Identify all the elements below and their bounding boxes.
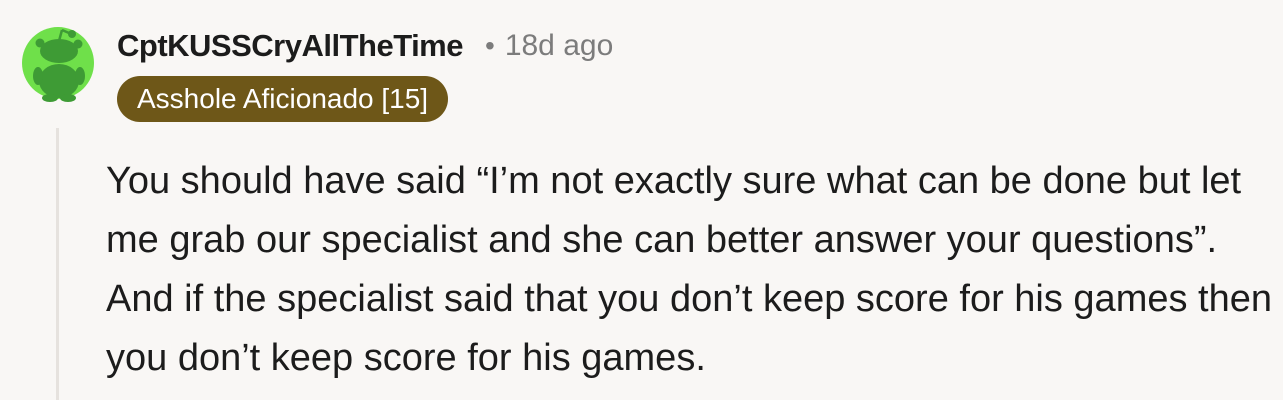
comment-body: You should have said “I’m not exactly su…: [106, 152, 1276, 388]
username-link[interactable]: CptKUSSCryAllTheTime: [117, 28, 464, 64]
meta-separator: •: [485, 30, 495, 61]
comment-header: CptKUSSCryAllTheTime • 18d ago: [117, 26, 613, 66]
thread-line[interactable]: [56, 128, 59, 400]
user-flair: Asshole Aficionado [15]: [117, 76, 449, 122]
snoo-avatar-icon: [22, 27, 94, 102]
avatar[interactable]: [22, 15, 94, 111]
timestamp[interactable]: 18d ago: [505, 29, 613, 63]
comment-text: You should have said “I’m not exactly su…: [106, 160, 1272, 379]
